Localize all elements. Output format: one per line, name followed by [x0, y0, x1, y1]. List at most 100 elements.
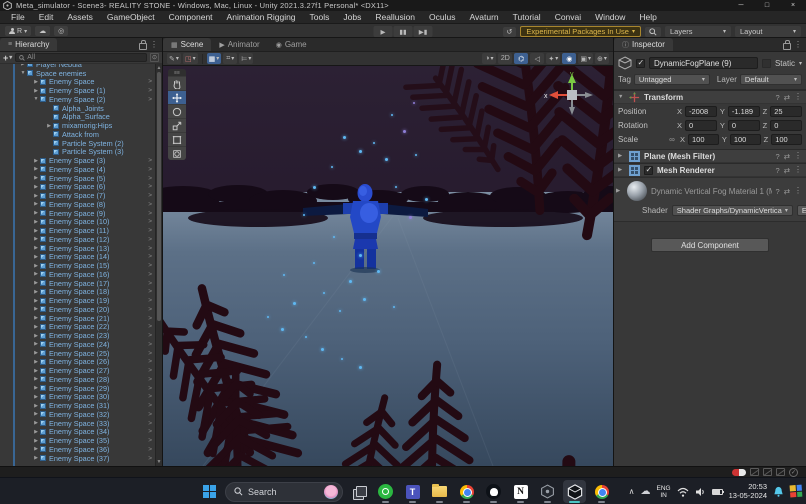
hierarchy-item[interactable]: ▶Enemy Space (15)>	[0, 261, 155, 270]
orientation-gizmo[interactable]: y x	[543, 68, 601, 118]
hierarchy-scrollbar[interactable]: ▲ ▼	[155, 64, 162, 466]
hierarchy-item[interactable]: ▶Enemy Space (24)>	[0, 340, 155, 349]
tab-inspector[interactable]: ⓘ Inspector	[614, 38, 673, 51]
hierarchy-item[interactable]: ▶Enemy Space (22)>	[0, 323, 155, 332]
task-view-button[interactable]	[347, 480, 370, 503]
language-indicator[interactable]: ENGIN	[657, 485, 671, 499]
open-prefab-arrow[interactable]: >	[148, 385, 155, 392]
material-header[interactable]: ▶ Dynamic Vertical Fog Material 1 (Mater…	[614, 177, 806, 202]
tab-hierarchy[interactable]: ≡ Hierarchy	[0, 38, 57, 51]
menu-item-window[interactable]: Window	[588, 12, 632, 22]
show-hidden-icons-button[interactable]: ∧	[629, 487, 635, 496]
lock-icon[interactable]	[783, 43, 790, 49]
mesh-filter-component-header[interactable]: ▶ Plane (Mesh Filter) ? ⇄ ⋮	[614, 149, 806, 163]
open-prefab-arrow[interactable]: >	[148, 253, 155, 260]
hierarchy-item[interactable]: ▶Enemy Space (25)>	[0, 349, 155, 358]
expander-icon[interactable]: ▶	[32, 88, 40, 94]
shading-mode-button[interactable]: ◑▾	[482, 53, 496, 64]
expander-icon[interactable]: ▶	[32, 298, 40, 304]
hierarchy-item[interactable]: ▶Enemy Space (33)>	[0, 419, 155, 428]
create-object-button[interactable]: +▾	[3, 53, 12, 63]
hierarchy-item[interactable]: ▶Enemy Space (27)>	[0, 366, 155, 375]
open-prefab-arrow[interactable]: >	[148, 367, 155, 374]
file-explorer-button[interactable]	[428, 480, 451, 503]
presets-icon[interactable]: ⇄	[784, 152, 790, 161]
rotation-z-field[interactable]: 0	[770, 120, 802, 131]
minimize-button[interactable]: ─	[728, 0, 754, 11]
expander-icon[interactable]: ▶	[32, 429, 40, 435]
hierarchy-item[interactable]: ▶Enemy Space (37)>	[0, 454, 155, 463]
open-prefab-arrow[interactable]: >	[148, 428, 155, 435]
rect-tool-button[interactable]	[168, 132, 186, 146]
effects-toggle-button[interactable]: ✦▾	[546, 53, 560, 64]
open-prefab-arrow[interactable]: >	[148, 341, 155, 348]
hierarchy-item[interactable]: ▶Enemy Space (28)>	[0, 375, 155, 384]
expander-icon[interactable]: ▶	[32, 166, 40, 172]
foldout-icon[interactable]: ▶	[618, 167, 625, 173]
gameobject-active-checkbox[interactable]	[636, 59, 645, 68]
scroll-down-icon[interactable]: ▼	[156, 459, 162, 465]
hierarchy-item[interactable]: ▶Enemy Space (21)>	[0, 314, 155, 323]
hierarchy-item[interactable]: ▶Enemy Space (5)>	[0, 174, 155, 183]
tab-game[interactable]: ◉ Game	[268, 38, 315, 51]
expander-icon[interactable]: ▶	[32, 236, 40, 242]
unity-hub-button[interactable]	[536, 480, 559, 503]
scale-x-field[interactable]: 100	[688, 134, 719, 145]
open-prefab-arrow[interactable]: >	[148, 175, 155, 182]
help-icon[interactable]: ?	[776, 187, 780, 196]
console-error-icon[interactable]	[776, 468, 785, 476]
console-info-icon[interactable]	[750, 468, 759, 476]
hierarchy-item[interactable]: ▶Enemy Space (34)>	[0, 428, 155, 437]
transform-component-header[interactable]: ▼ Transform ? ⇄ ⋮	[614, 90, 806, 104]
expander-icon[interactable]: ▶	[19, 64, 27, 67]
step-button[interactable]: ▶▮	[414, 26, 433, 37]
open-prefab-arrow[interactable]: >	[148, 446, 155, 453]
cloud-services-button[interactable]: ☁	[35, 26, 50, 36]
kebab-menu-icon[interactable]: ⋮	[794, 42, 802, 48]
hierarchy-item[interactable]: ▶Enemy Space (12)>	[0, 235, 155, 244]
expander-icon[interactable]: ▶	[32, 184, 40, 190]
open-prefab-arrow[interactable]: >	[148, 437, 155, 444]
hierarchy-item[interactable]: ▶Enemy Space (3)>	[0, 156, 155, 165]
hierarchy-item[interactable]: ▶mixamorig:Hips	[0, 121, 155, 130]
move-snap-button[interactable]: ⊨▾	[239, 53, 253, 64]
2d-toggle-button[interactable]: 2D	[498, 53, 512, 64]
shader-edit-button[interactable]: Edit...	[797, 205, 806, 216]
account-button[interactable]: R ▾	[5, 26, 31, 36]
static-checkbox[interactable]	[762, 59, 771, 68]
position-y-field[interactable]: -1.189	[728, 106, 760, 117]
scene-viewport[interactable]: ≡≡ y x	[163, 66, 613, 466]
hierarchy-item[interactable]: ▶Enemy Space (13)>	[0, 244, 155, 253]
move-tool-button[interactable]	[168, 90, 186, 104]
expander-icon[interactable]: ▼	[19, 70, 27, 76]
unity-editor-button[interactable]	[563, 480, 586, 503]
expander-icon[interactable]: ▶	[32, 315, 40, 321]
expander-icon[interactable]: ▼	[32, 96, 40, 102]
hierarchy-item[interactable]: ▶Enemy Space (30)>	[0, 393, 155, 402]
experimental-packages-badge[interactable]: Experimental Packages In Use ▾	[520, 26, 641, 37]
expander-icon[interactable]: ▶	[32, 280, 40, 286]
open-prefab-arrow[interactable]: >	[148, 157, 155, 164]
open-prefab-arrow[interactable]: >	[148, 218, 155, 225]
layers-dropdown[interactable]: Layers ▾	[665, 26, 731, 37]
menu-item-tutorial[interactable]: Tutorial	[506, 12, 548, 22]
open-prefab-arrow[interactable]: >	[148, 350, 155, 357]
gameobject-name-field[interactable]: DynamicFogPlane (9)	[649, 57, 758, 69]
hierarchy-item[interactable]: ▶Enemy Space (4)>	[0, 165, 155, 174]
maximize-button[interactable]: □	[754, 0, 780, 11]
expander-icon[interactable]: ▶	[32, 79, 40, 85]
open-prefab-arrow[interactable]: >	[148, 96, 155, 103]
wifi-icon[interactable]	[677, 487, 689, 497]
kebab-menu-icon[interactable]: ⋮	[794, 167, 802, 173]
hierarchy-item[interactable]: ▶Enemy Space (31)>	[0, 401, 155, 410]
open-prefab-arrow[interactable]: >	[148, 376, 155, 383]
open-prefab-arrow[interactable]: >	[148, 78, 155, 85]
hierarchy-item[interactable]: ▶Enemy Space (29)>	[0, 384, 155, 393]
expander-icon[interactable]: ▶	[32, 403, 40, 409]
hierarchy-item[interactable]: ▶Enemy Space (35)>	[0, 436, 155, 445]
grid-visibility-button[interactable]: ▦▾	[207, 53, 222, 64]
expander-icon[interactable]: ▶	[32, 210, 40, 216]
hierarchy-item[interactable]: ▶Enemy Space (9)>	[0, 209, 155, 218]
rotation-y-field[interactable]: 0	[728, 120, 760, 131]
github-button[interactable]	[482, 480, 505, 503]
